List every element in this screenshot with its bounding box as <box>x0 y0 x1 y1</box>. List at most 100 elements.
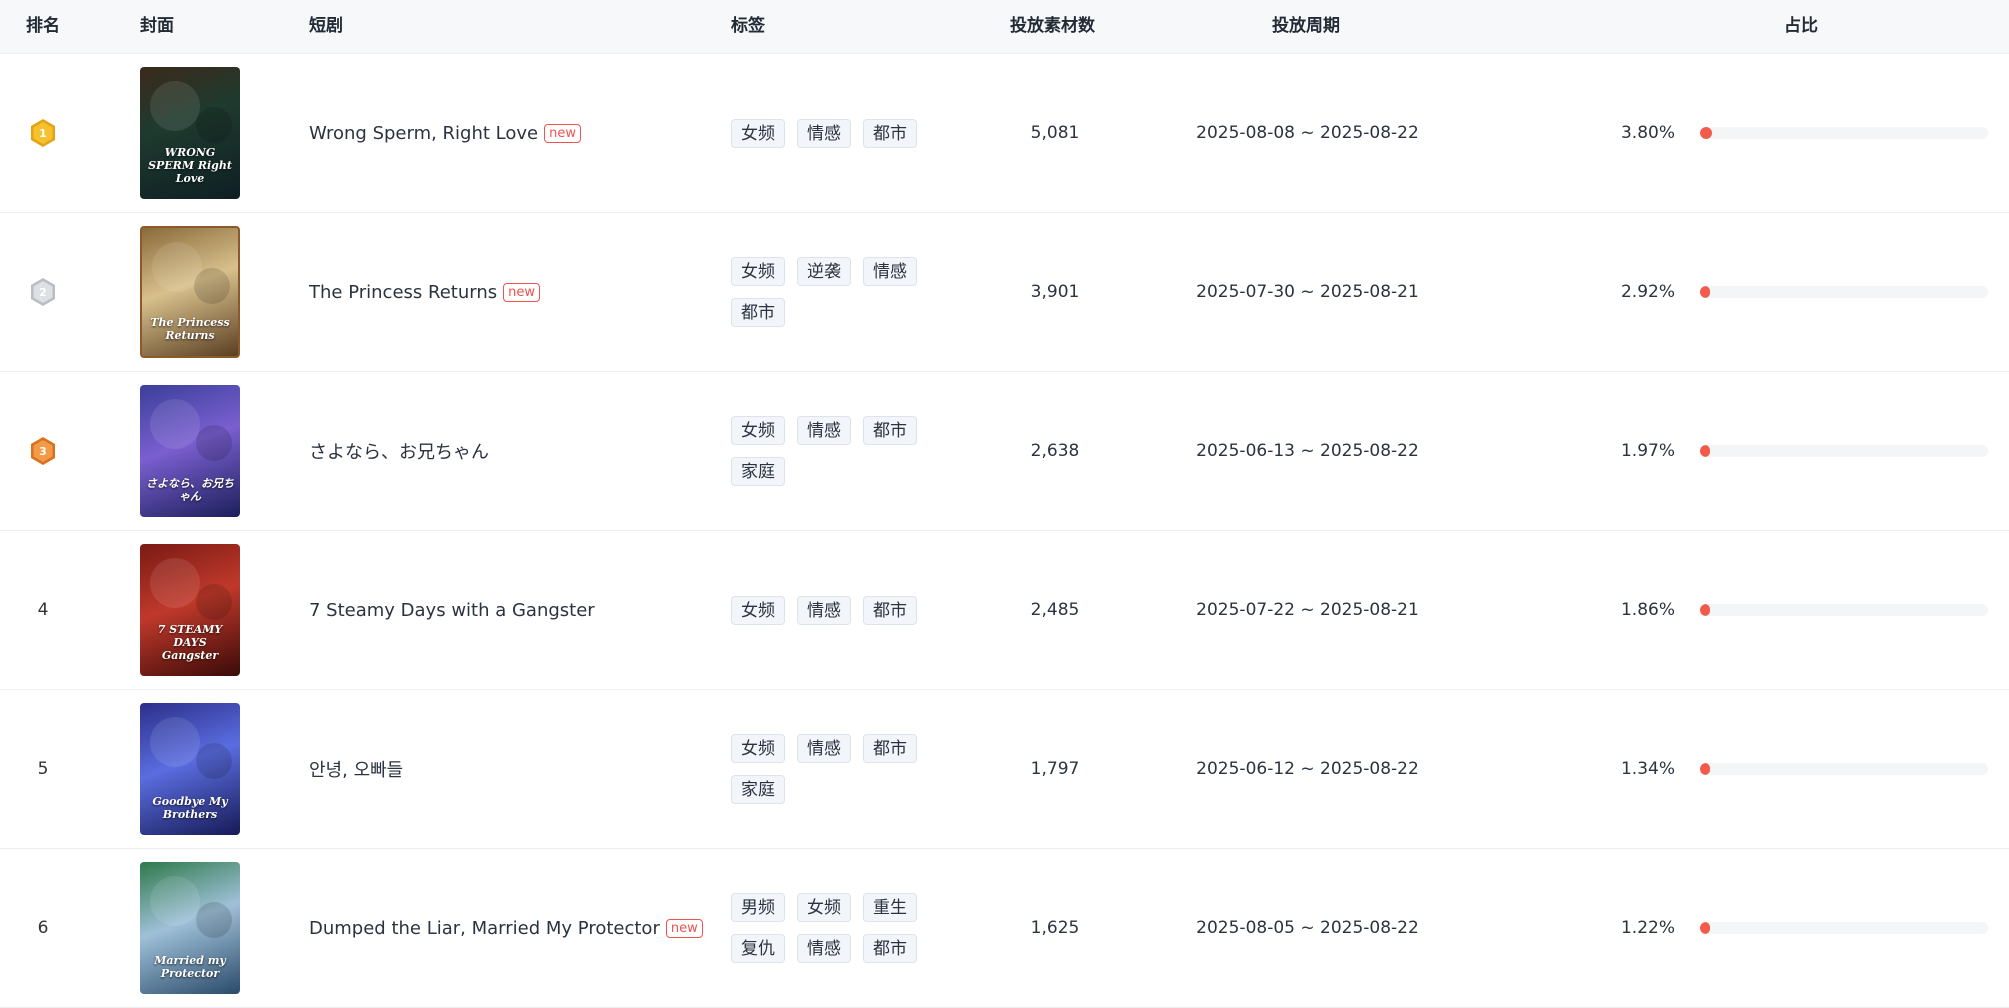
drama-title[interactable]: さよなら、お兄ちゃん <box>309 438 489 464</box>
tag: 情感 <box>797 734 851 763</box>
tag: 女频 <box>731 257 785 286</box>
cover-image[interactable]: WRONG SPERM Right Love <box>140 67 240 199</box>
cover-image[interactable]: 7 STEAMY DAYS Gangster <box>140 544 240 676</box>
placement-period: 2025-08-05 ~ 2025-08-22 <box>1196 918 1419 938</box>
svg-text:2: 2 <box>39 286 47 299</box>
table-row[interactable]: 6 Married my Protector Dumped the Liar, … <box>0 849 2009 1008</box>
tag: 都市 <box>863 934 917 963</box>
col-header-drama: 短剧 <box>309 16 343 36</box>
cover-title-art: WRONG SPERM Right Love <box>148 146 232 185</box>
cover-title-art: The Princess Returns <box>150 316 230 342</box>
rank-number: 4 <box>37 600 49 620</box>
table-body: 1 WRONG SPERM Right Love Wrong Sperm, Ri… <box>0 54 2009 1008</box>
tag: 家庭 <box>731 775 785 804</box>
table-header: 排名 封面 短剧 标签 投放素材数 投放周期 占比 <box>0 0 2009 54</box>
share-bar-track <box>1700 604 1988 616</box>
table-row[interactable]: 5 Goodbye My Brothers 안녕, 오빠들 女频 情感 都市 家庭 1,7… <box>0 690 2009 849</box>
tags-cell: 男频 女频 重生 复仇 情感 都市 <box>731 849 961 1007</box>
share-bar-fill <box>1700 445 1710 457</box>
cover-cell: Married my Protector <box>140 849 242 1007</box>
tag: 逆袭 <box>797 257 851 286</box>
share-bar-fill <box>1700 286 1710 298</box>
tags-cell: 女频 情感 都市 <box>731 54 961 212</box>
drama-title-cell[interactable]: 안녕, 오빠들 <box>309 690 709 848</box>
tag: 女频 <box>731 734 785 763</box>
tag: 都市 <box>863 118 917 148</box>
col-header-share: 占比 <box>1784 16 1818 36</box>
table-row[interactable]: 3 さよなら、お兄ちゃん さよなら、お兄ちゃん 女频 情感 都市 家庭 2,638 2025… <box>0 372 2009 531</box>
drama-title[interactable]: 7 Steamy Days with a Gangster <box>309 600 595 621</box>
rank-cell: 2 <box>0 213 86 371</box>
share-percent: 1.86% <box>1620 600 1675 620</box>
share-percent: 1.97% <box>1620 441 1675 461</box>
cover-cell: Goodbye My Brothers <box>140 690 242 848</box>
bronze-medal-icon: 3 <box>31 437 55 465</box>
cover-image[interactable]: さよなら、お兄ちゃん <box>140 385 240 517</box>
share-bar-fill <box>1700 763 1710 775</box>
drama-title[interactable]: 안녕, 오빠들 <box>309 756 403 782</box>
cover-title-art: さよなら、お兄ちゃん <box>146 477 234 503</box>
gold-medal-icon: 1 <box>31 119 55 147</box>
table-row[interactable]: 1 WRONG SPERM Right Love Wrong Sperm, Ri… <box>0 54 2009 213</box>
share-bar-track <box>1700 127 1988 139</box>
tag: 情感 <box>797 416 851 445</box>
share-bar-fill <box>1700 922 1710 934</box>
share-bar-cell <box>1700 213 1988 371</box>
svg-text:3: 3 <box>39 445 47 458</box>
tag: 男频 <box>731 893 785 922</box>
new-badge: new <box>665 918 703 938</box>
cover-title-art: 7 STEAMY DAYS Gangster <box>157 623 223 662</box>
tag: 情感 <box>863 257 917 286</box>
share-bar-fill <box>1700 604 1710 616</box>
new-badge: new <box>544 123 581 143</box>
share-percent: 2.92% <box>1620 282 1675 302</box>
col-header-count[interactable]: 投放素材数 <box>1010 0 1095 53</box>
placement-period: 2025-07-30 ~ 2025-08-21 <box>1196 282 1419 302</box>
cover-cell: The Princess Returns <box>140 213 242 371</box>
tag: 都市 <box>863 595 917 625</box>
cover-image[interactable]: Goodbye My Brothers <box>140 703 240 835</box>
table-row[interactable]: 2 The Princess Returns The Princess Retu… <box>0 213 2009 372</box>
col-header-rank: 排名 <box>26 16 60 36</box>
tag: 情感 <box>797 934 851 963</box>
material-count: 1,797 <box>1030 759 1080 779</box>
rank-cell: 3 <box>0 372 86 530</box>
tags-cell: 女频 情感 都市家庭 <box>731 690 961 848</box>
share-bar-track <box>1700 922 1988 934</box>
cover-cell: WRONG SPERM Right Love <box>140 54 242 212</box>
col-header-tags: 标签 <box>731 16 765 36</box>
drama-title-cell[interactable]: 7 Steamy Days with a Gangster <box>309 531 709 689</box>
col-header-cover: 封面 <box>140 16 174 36</box>
drama-title-cell[interactable]: Dumped the Liar, Married My Protector new <box>309 849 709 1007</box>
tag: 女频 <box>731 595 785 625</box>
share-percent: 3.80% <box>1620 123 1675 143</box>
silver-medal-icon: 2 <box>31 278 55 306</box>
tag: 情感 <box>797 595 851 625</box>
tags-cell: 女频 情感 都市家庭 <box>731 372 961 530</box>
drama-title-cell[interactable]: さよなら、お兄ちゃん <box>309 372 709 530</box>
tag: 都市 <box>731 298 785 327</box>
tag: 女频 <box>731 416 785 445</box>
drama-title-cell[interactable]: Wrong Sperm, Right Love new <box>309 54 709 212</box>
material-count: 1,625 <box>1030 918 1080 938</box>
drama-title[interactable]: The Princess Returns <box>309 282 497 303</box>
cover-cell: 7 STEAMY DAYS Gangster <box>140 531 242 689</box>
material-count: 5,081 <box>1030 123 1080 143</box>
tags-cell: 女频 情感 都市 <box>731 531 961 689</box>
placement-period: 2025-07-22 ~ 2025-08-21 <box>1196 600 1419 620</box>
cover-image[interactable]: The Princess Returns <box>140 226 240 358</box>
tag: 情感 <box>797 118 851 148</box>
drama-title[interactable]: Wrong Sperm, Right Love <box>309 123 538 144</box>
rank-cell: 4 <box>0 531 86 689</box>
tag: 都市 <box>863 416 917 445</box>
ranking-table: 排名 封面 短剧 标签 投放素材数 投放周期 占比 1 WRONG SPERM … <box>0 0 2009 1008</box>
material-count: 2,485 <box>1030 600 1080 620</box>
share-bar-cell <box>1700 531 1988 689</box>
placement-period: 2025-06-13 ~ 2025-08-22 <box>1196 441 1419 461</box>
drama-title-cell[interactable]: The Princess Returns new <box>309 213 709 371</box>
table-row[interactable]: 4 7 STEAMY DAYS Gangster 7 Steamy Days w… <box>0 531 2009 690</box>
tag: 家庭 <box>731 457 785 486</box>
tag: 都市 <box>863 734 917 763</box>
drama-title[interactable]: Dumped the Liar, Married My Protector <box>309 918 660 939</box>
cover-image[interactable]: Married my Protector <box>140 862 240 994</box>
